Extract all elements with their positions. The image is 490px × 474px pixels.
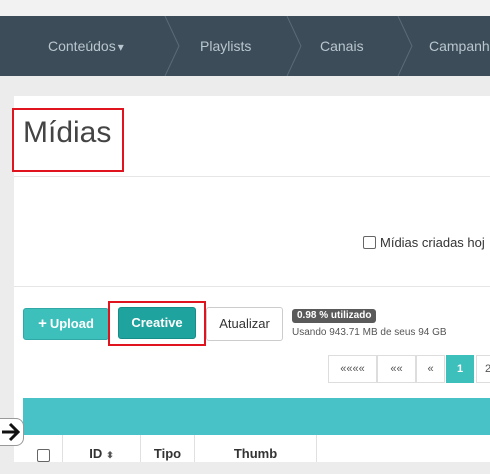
filter-today-checkbox[interactable]: Mídias criadas hoj (363, 235, 485, 250)
breadcrumb-separator-icon (397, 16, 413, 76)
column-header-thumb: Thumb (195, 435, 317, 462)
storage-usage-badge: 0.98 % utilizado (292, 309, 377, 323)
caret-down-icon: ▾ (117, 40, 124, 54)
arrow-right-glyph (2, 422, 21, 442)
storage-usage-text: Usando 943.71 MB de seus 94 GB (292, 327, 447, 338)
pagination-prev-many[interactable]: «« (377, 355, 416, 383)
table-header-bar (23, 398, 490, 435)
pagination-prev[interactable]: « (416, 355, 445, 383)
arrow-right-icon[interactable] (0, 418, 24, 446)
column-label: ID (89, 446, 103, 461)
select-all-checkbox[interactable] (37, 449, 50, 462)
pagination-page-1[interactable]: 1 (446, 355, 474, 383)
column-header-tipo: Tipo (141, 435, 195, 462)
plus-icon: + (38, 315, 47, 332)
refresh-button[interactable]: Atualizar (206, 307, 283, 341)
top-navbar: Conteúdos ▾ Playlists Canais Campanh (0, 16, 490, 76)
divider (14, 176, 490, 177)
breadcrumb-separator-icon (286, 16, 302, 76)
nav-item-conteudos[interactable]: Conteúdos ▾ (48, 16, 124, 76)
divider (14, 286, 490, 287)
column-header-id[interactable]: ID ⬍ (63, 435, 141, 462)
title-highlight-box (12, 108, 124, 172)
creative-highlight-box (108, 301, 206, 346)
filter-label: Mídias criadas hoj (380, 235, 485, 250)
upload-button[interactable]: + Upload (23, 308, 109, 340)
breadcrumb-separator-icon (164, 16, 180, 76)
pagination-page-2[interactable]: 2 (476, 355, 490, 383)
nav-item-label: Conteúdos (48, 38, 116, 54)
nav-item-campanhas[interactable]: Campanh (429, 16, 490, 76)
nav-item-canais[interactable]: Canais (320, 16, 364, 76)
upload-label: Upload (49, 316, 94, 331)
checkbox-icon[interactable] (363, 236, 376, 249)
nav-item-playlists[interactable]: Playlists (200, 16, 251, 76)
top-strip (0, 0, 490, 16)
sort-icon: ⬍ (106, 450, 114, 460)
pagination-first[interactable]: «««« (328, 355, 377, 383)
